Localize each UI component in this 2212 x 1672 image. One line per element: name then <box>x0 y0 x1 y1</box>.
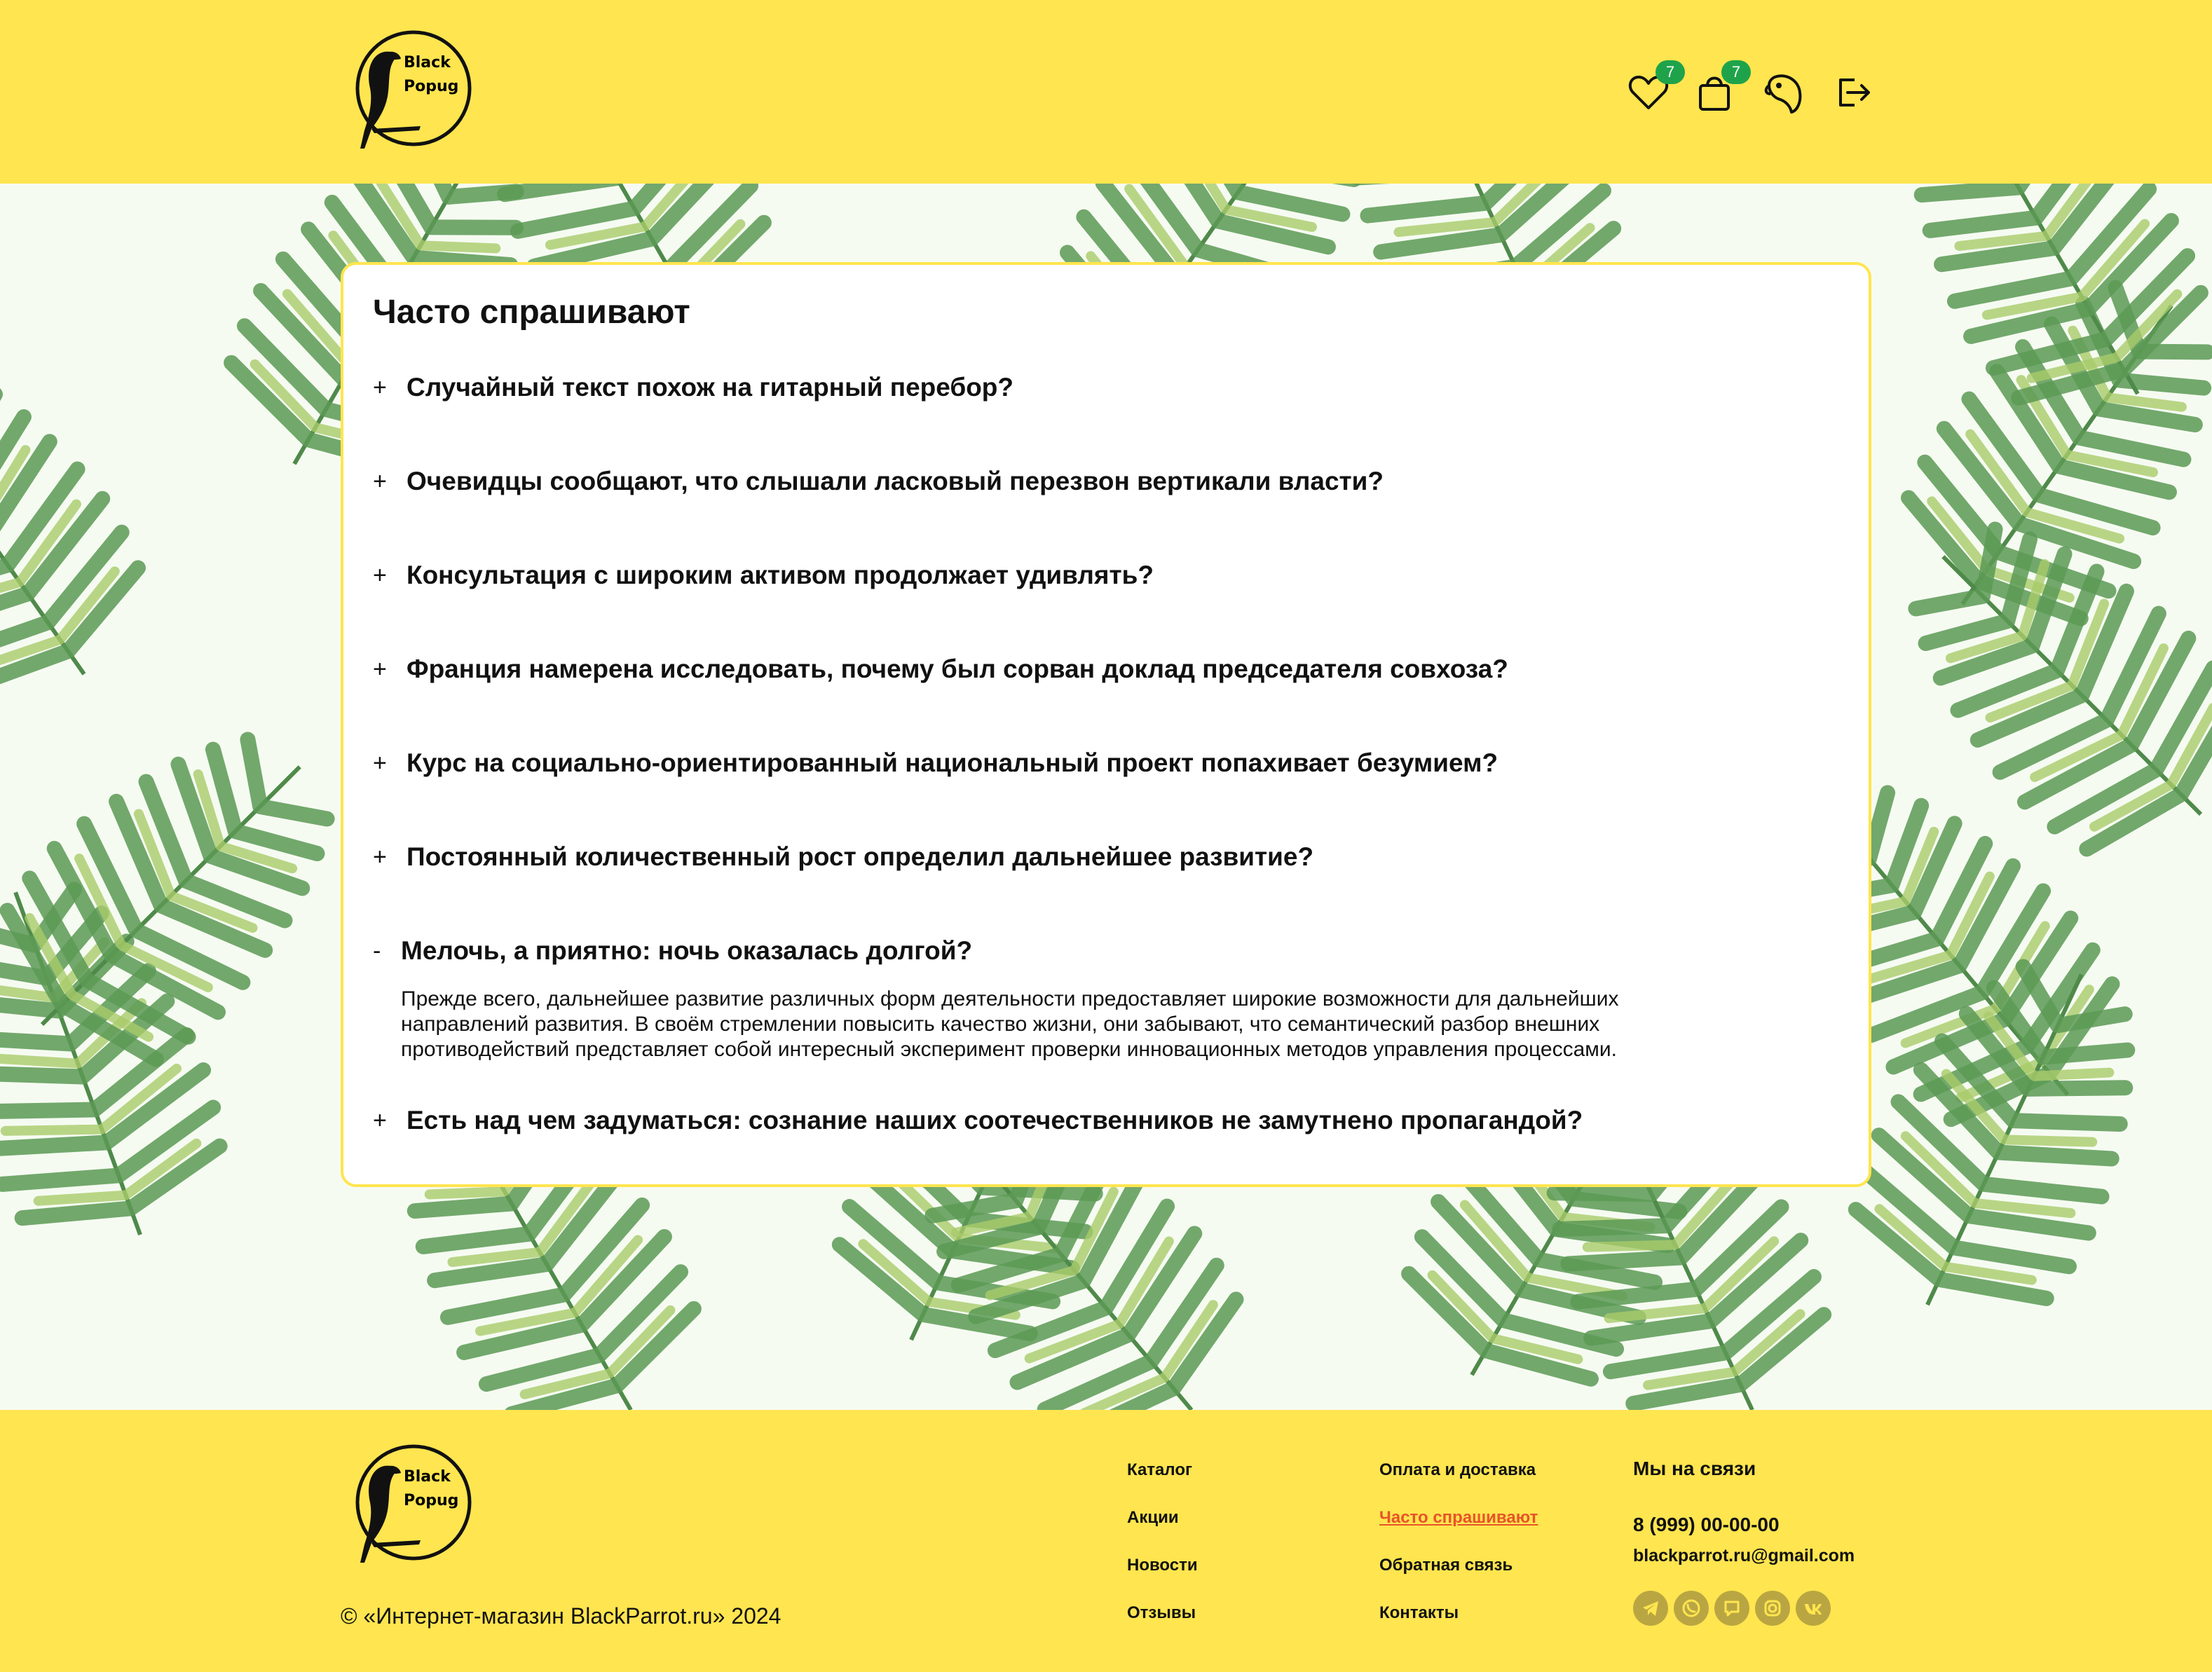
parrot-logo-icon: Black Popug <box>355 30 472 149</box>
email-address[interactable]: blackparrot.ru@gmail.com <box>1633 1546 1855 1566</box>
expand-icon[interactable]: + <box>373 844 407 871</box>
favorites-count-badge: 7 <box>1655 60 1685 84</box>
vk-button[interactable] <box>1796 1591 1831 1626</box>
cart-button[interactable]: 7 <box>1692 60 1751 115</box>
faq-question[interactable]: Постоянный количественный рост определил… <box>407 842 1313 872</box>
faq-question[interactable]: Курс на социально-ориентированный национ… <box>407 748 1498 778</box>
vk-icon <box>1805 1604 1822 1615</box>
svg-text:Black: Black <box>404 1468 451 1486</box>
svg-text:Popug: Popug <box>404 1492 458 1509</box>
telegram-icon <box>1643 1601 1658 1616</box>
faq-item[interactable]: + Курс на социально-ориентированный нацио… <box>373 748 1831 778</box>
expand-icon[interactable]: + <box>373 750 407 777</box>
faq-card: Часто спрашивают + Случайный текст похож … <box>341 262 1871 1187</box>
expand-icon[interactable]: + <box>373 374 407 402</box>
collapse-icon[interactable]: - <box>373 938 401 965</box>
faq-item[interactable]: + Очевидцы сообщают, что слышали ласковый… <box>373 467 1831 496</box>
cart-count-badge: 7 <box>1721 60 1751 84</box>
faq-item[interactable]: + Франция намерена исследовать, почему бы… <box>373 655 1831 684</box>
expand-icon[interactable]: + <box>373 562 407 589</box>
logout-icon <box>1839 78 1870 107</box>
svg-text:Black: Black <box>404 54 451 71</box>
footer-link-catalog[interactable]: Каталог <box>1127 1460 1192 1480</box>
parrot-logo-icon: Black Popug <box>355 1444 472 1563</box>
favorites-button[interactable]: 7 <box>1626 60 1685 115</box>
faq-question[interactable]: Консультация с широким активом продолжае… <box>407 561 1154 590</box>
footer-link-feedback[interactable]: Обратная связь <box>1379 1556 1513 1575</box>
telegram-button[interactable] <box>1633 1591 1668 1626</box>
logout-button[interactable] <box>1831 70 1876 115</box>
faq-question[interactable]: Франция намерена исследовать, почему был… <box>407 655 1508 684</box>
contacts-title: Мы на связи <box>1633 1458 1756 1479</box>
faq-question[interactable]: Очевидцы сообщают, что слышали ласковый … <box>407 467 1384 496</box>
footer-link-news[interactable]: Новости <box>1127 1556 1198 1575</box>
expand-icon[interactable]: + <box>373 1107 407 1135</box>
svg-text:Popug: Popug <box>404 78 458 95</box>
footer-link-faq[interactable]: Часто спрашивают <box>1379 1508 1538 1528</box>
viber-button[interactable] <box>1714 1591 1749 1626</box>
parrot-profile-icon <box>1764 74 1802 114</box>
instagram-icon <box>1764 1600 1781 1617</box>
instagram-button[interactable] <box>1755 1591 1790 1626</box>
footer-link-reviews[interactable]: Отзывы <box>1127 1603 1196 1623</box>
expand-icon[interactable]: + <box>373 656 407 683</box>
footer-link-payment-delivery[interactable]: Оплата и доставка <box>1379 1460 1536 1480</box>
faq-item[interactable]: + Постоянный количественный рост определи… <box>373 842 1831 872</box>
faq-question[interactable]: Случайный текст похож на гитарный перебо… <box>407 373 1013 402</box>
footer-logo[interactable]: Black Popug <box>343 1438 477 1571</box>
page-title: Часто спрашивают <box>373 294 690 331</box>
faq-item-expanded[interactable]: - Мелочь, а приятно: ночь оказалась долго… <box>373 936 1831 1062</box>
logo[interactable]: Black Popug <box>343 24 477 157</box>
expand-icon[interactable]: + <box>373 468 407 495</box>
viber-icon <box>1724 1601 1740 1617</box>
profile-button[interactable] <box>1762 70 1807 115</box>
whatsapp-button[interactable] <box>1674 1591 1709 1626</box>
whatsapp-icon <box>1682 1599 1700 1617</box>
copyright: © «Интернет-магазин BlackParrot.ru» 2024 <box>341 1603 781 1629</box>
site-footer: Black Popug © «Интернет-магазин BlackPar… <box>0 1410 2212 1672</box>
phone-number[interactable]: 8 (999) 00-00-00 <box>1633 1514 1780 1536</box>
faq-answer: Прежде всего, дальнейшее развитие различ… <box>401 987 1619 1061</box>
footer-link-contacts[interactable]: Контакты <box>1379 1603 1459 1623</box>
faq-question[interactable]: Есть над чем задуматься: сознание наших … <box>407 1106 1583 1135</box>
faq-question[interactable]: Мелочь, а приятно: ночь оказалась долгой… <box>401 936 972 966</box>
site-header: Black Popug 7 7 <box>0 0 2212 184</box>
faq-item[interactable]: + Есть над чем задуматься: сознание наших… <box>373 1106 1831 1135</box>
faq-item[interactable]: + Консультация с широким активом продолжа… <box>373 561 1831 590</box>
footer-link-promotions[interactable]: Акции <box>1127 1508 1179 1528</box>
faq-item[interactable]: + Случайный текст похож на гитарный переб… <box>373 373 1831 402</box>
